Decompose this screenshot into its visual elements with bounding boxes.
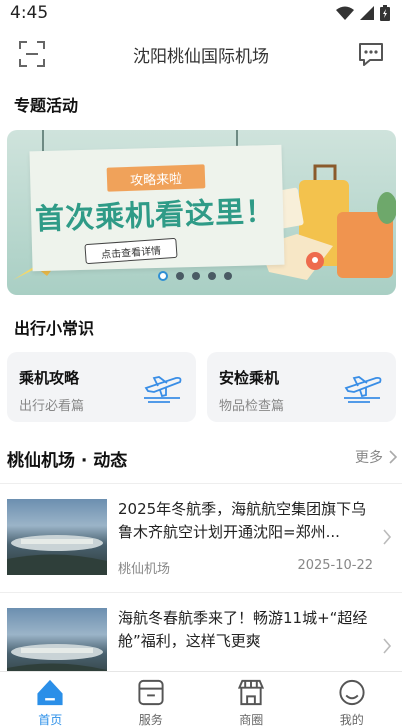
more-label: 更多 xyxy=(355,450,383,466)
news-section-title: 桃仙机场 · 动态 xyxy=(7,451,128,471)
chevron-right-icon xyxy=(389,450,397,464)
section-title-tips: 出行小常识 xyxy=(14,319,95,338)
tab-service[interactable]: 服务 xyxy=(101,672,202,728)
chevron-right-icon xyxy=(383,529,392,545)
news-source: 桃仙机场 xyxy=(118,562,171,577)
chevron-right-icon xyxy=(383,638,392,654)
pagination-dot[interactable] xyxy=(224,272,232,280)
tab-shop[interactable]: 商圈 xyxy=(201,672,302,728)
tab-profile[interactable]: 我的 xyxy=(302,672,402,728)
pagination-dot[interactable] xyxy=(208,272,216,280)
tip-card-title: 乘机攻略 xyxy=(19,369,80,387)
status-bar: 4:45 xyxy=(0,0,402,26)
news-headline: 海航冬春航季来了！畅游11城+“超经舱”福利，这样飞更爽 xyxy=(118,609,368,650)
news-item[interactable]: 2025年冬航季，海航航空集团旗下乌鲁木齐航空计划开通沈阳=郑州... 桃仙机场… xyxy=(0,483,402,591)
news-headline: 2025年冬航季，海航航空集团旗下乌鲁木齐航空计划开通沈阳=郑州... xyxy=(118,500,367,541)
tab-label: 服务 xyxy=(138,713,163,727)
shop-icon xyxy=(238,679,265,706)
message-icon[interactable] xyxy=(356,39,386,69)
banner-tag: 攻略来啦 xyxy=(106,164,206,192)
status-icons xyxy=(336,5,390,21)
app-header: 沈阳桃仙国际机场 xyxy=(0,26,402,82)
tab-home[interactable]: 首页 xyxy=(0,672,101,728)
tip-card-subtitle: 出行必看篇 xyxy=(19,399,85,414)
tab-label: 我的 xyxy=(339,713,364,727)
news-date: 2025-10-22 xyxy=(297,558,373,573)
news-thumbnail xyxy=(7,608,107,671)
airplane-icon xyxy=(344,376,382,403)
promo-banner[interactable]: 攻略来啦 首次乘机看这里！ 点击查看详情 xyxy=(7,130,396,295)
tab-label: 首页 xyxy=(38,713,63,727)
battery-icon xyxy=(380,5,390,21)
tip-card-title: 安检乘机 xyxy=(219,369,280,387)
bottom-tab-bar: 首页 服务 商圈 我的 xyxy=(0,671,402,728)
airplane-icon xyxy=(144,376,182,403)
news-item[interactable]: 海航冬春航季来了！畅游11城+“超经舱”福利，这样飞更爽 xyxy=(0,592,402,671)
tip-card-subtitle: 物品检查篇 xyxy=(219,399,285,414)
news-thumbnail xyxy=(7,499,107,575)
section-title-special: 专题活动 xyxy=(14,96,79,115)
tab-label: 商圈 xyxy=(239,713,264,727)
status-time: 4:45 xyxy=(10,3,49,23)
banner-pagination xyxy=(158,271,232,281)
banner-headline: 首次乘机看这里！ xyxy=(34,193,276,237)
news-header: 桃仙机场 · 动态 更多 xyxy=(7,445,397,471)
pagination-dot[interactable] xyxy=(192,272,200,280)
service-icon xyxy=(138,679,164,706)
home-icon xyxy=(37,679,63,706)
wifi-icon xyxy=(336,6,354,20)
scan-icon[interactable] xyxy=(18,40,46,68)
tip-card-boarding[interactable]: 乘机攻略 出行必看篇 xyxy=(7,352,196,422)
signal-icon xyxy=(360,6,374,20)
pagination-dot[interactable] xyxy=(158,271,168,281)
profile-icon xyxy=(339,679,365,706)
tip-card-security[interactable]: 安检乘机 物品检查篇 xyxy=(207,352,396,422)
more-link[interactable]: 更多 xyxy=(355,447,397,467)
pagination-dot[interactable] xyxy=(176,272,184,280)
page-title: 沈阳桃仙国际机场 xyxy=(133,46,269,67)
